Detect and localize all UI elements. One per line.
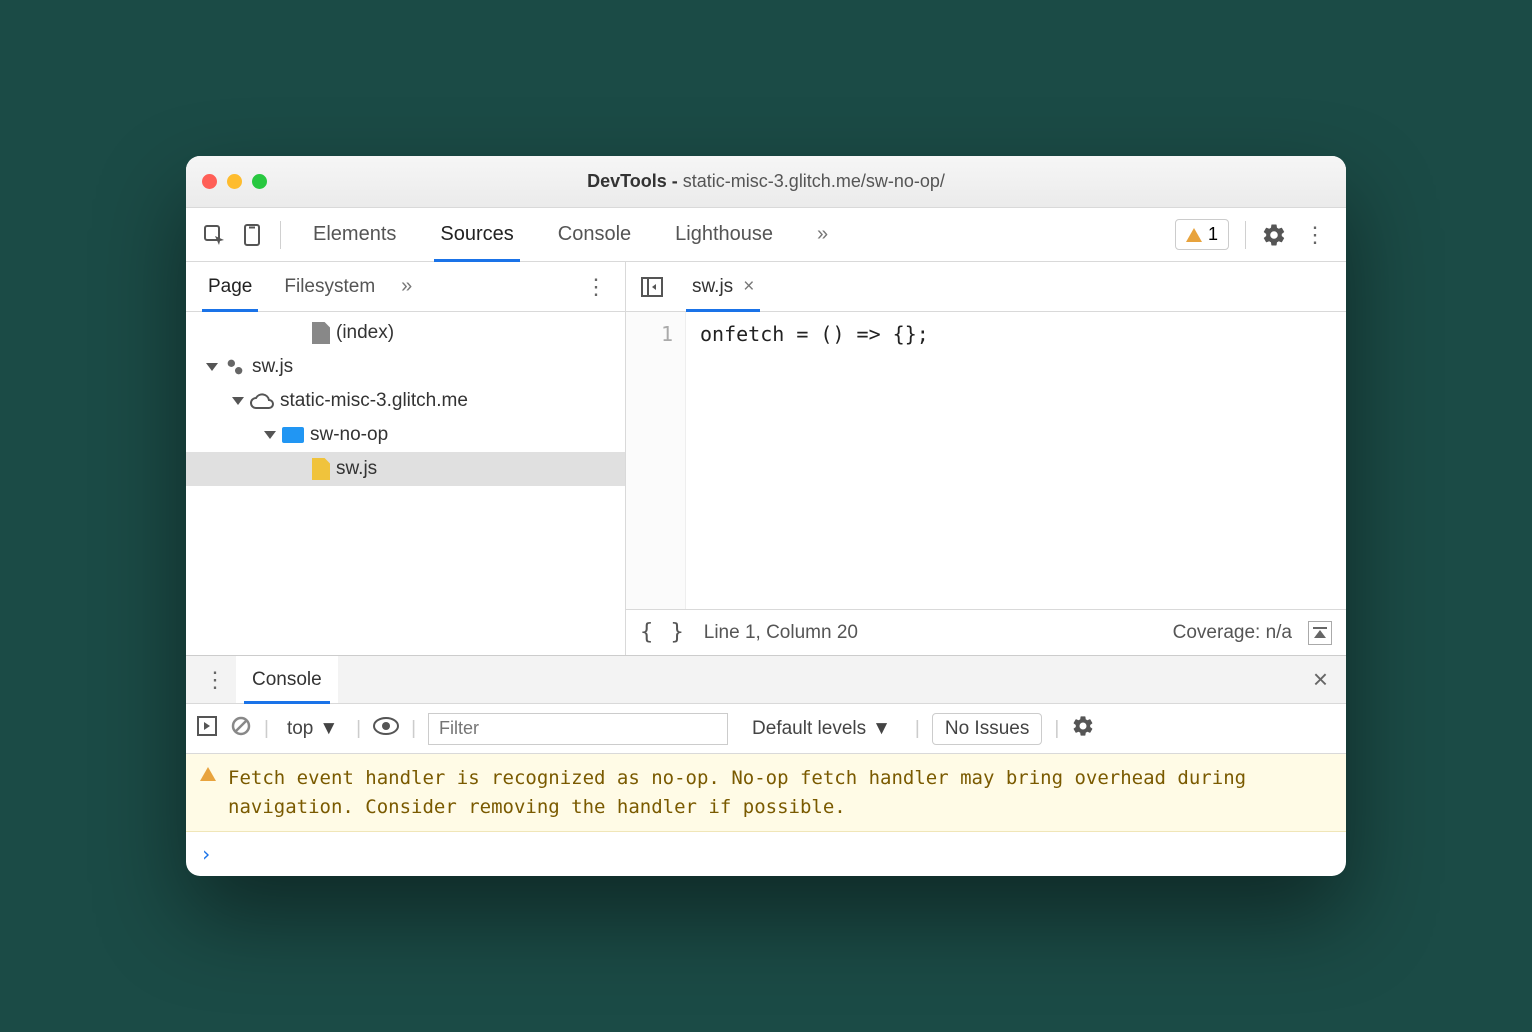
separator [280, 221, 281, 249]
separator [1245, 221, 1246, 249]
chevron-down-icon: ▼ [319, 718, 338, 740]
editor-pane: sw.js × 1 onfetch = () => {}; { } Line 1… [626, 262, 1346, 655]
tree-file-index[interactable]: (index) [186, 316, 625, 350]
cursor-position: Line 1, Column 20 [704, 622, 858, 644]
close-window-button[interactable] [202, 174, 217, 189]
zoom-window-button[interactable] [252, 174, 267, 189]
tree-label: sw.js [336, 458, 377, 480]
warnings-badge[interactable]: 1 [1175, 219, 1229, 250]
tree-file-swjs[interactable]: sw.js [186, 452, 625, 486]
editor-statusbar: { } Line 1, Column 20 Coverage: n/a [626, 609, 1346, 655]
show-sidebar-icon[interactable] [196, 715, 218, 743]
context-selector[interactable]: top ▼ [281, 714, 344, 744]
settings-icon[interactable] [1256, 217, 1292, 253]
tree-domain[interactable]: static-misc-3.glitch.me [186, 384, 625, 418]
navigator-tabs: Page Filesystem » ⋮ [186, 262, 625, 312]
sources-navigator: Page Filesystem » ⋮ (index) [186, 262, 626, 655]
levels-label: Default levels [752, 718, 866, 740]
tree-worker-swjs[interactable]: sw.js [186, 350, 625, 384]
console-prompt[interactable]: › [186, 832, 1346, 876]
file-tree: (index) sw.js [186, 312, 625, 655]
levels-selector[interactable]: Default levels ▼ [740, 714, 903, 744]
devtools-window: DevTools - static-misc-3.glitch.me/sw-no… [186, 156, 1346, 876]
tree-label: static-misc-3.glitch.me [280, 390, 468, 412]
warning-icon [1186, 228, 1202, 242]
tree-folder[interactable]: sw-no-op [186, 418, 625, 452]
drawer-tab-console[interactable]: Console [236, 656, 338, 703]
line-gutter: 1 [626, 312, 686, 609]
warning-count: 1 [1208, 224, 1218, 245]
kebab-menu-icon[interactable]: ⋮ [1294, 222, 1336, 248]
device-toolbar-icon[interactable] [234, 217, 270, 253]
code-content: onfetch = () => {}; [686, 312, 943, 609]
issues-button[interactable]: No Issues [932, 713, 1042, 745]
inspect-element-icon[interactable] [196, 217, 232, 253]
close-drawer-icon[interactable]: × [1303, 664, 1338, 695]
chevron-down-icon: ▼ [872, 718, 891, 740]
folder-icon [282, 427, 304, 443]
minimize-window-button[interactable] [227, 174, 242, 189]
titlebar: DevTools - static-misc-3.glitch.me/sw-no… [186, 156, 1346, 208]
console-drawer: ⋮ Console × | top ▼ | [186, 655, 1346, 876]
drawer-tabs: ⋮ Console × [186, 656, 1346, 704]
more-tabs-icon[interactable]: » [795, 208, 850, 261]
pretty-print-icon[interactable]: { } [640, 620, 686, 645]
drawer-menu-icon[interactable]: ⋮ [194, 667, 236, 693]
tab-console[interactable]: Console [536, 208, 653, 261]
filter-input[interactable] [428, 713, 728, 745]
traffic-lights [202, 174, 267, 189]
console-settings-icon[interactable] [1071, 714, 1095, 744]
close-tab-icon[interactable]: × [743, 276, 754, 298]
panel-tabs: Elements Sources Console Lighthouse » [291, 208, 1173, 261]
editor-tab-swjs[interactable]: sw.js × [682, 262, 764, 311]
scroll-to-top-icon[interactable] [1308, 621, 1332, 645]
cloud-icon [250, 392, 274, 410]
warning-icon [200, 767, 216, 781]
main-toolbar: Elements Sources Console Lighthouse » 1 … [186, 208, 1346, 262]
tree-label: sw-no-op [310, 424, 388, 446]
navigator-menu-icon[interactable]: ⋮ [575, 274, 617, 300]
expand-icon [232, 397, 244, 405]
gears-icon [224, 356, 246, 378]
context-label: top [287, 718, 313, 740]
tab-sources[interactable]: Sources [418, 208, 535, 261]
editor-tabs: sw.js × [626, 262, 1346, 312]
subtab-page[interactable]: Page [194, 262, 266, 311]
console-warning-row: Fetch event handler is recognized as no-… [186, 754, 1346, 832]
subtab-filesystem[interactable]: Filesystem [270, 262, 389, 311]
tree-label: (index) [336, 322, 394, 344]
tab-lighthouse[interactable]: Lighthouse [653, 208, 795, 261]
window-title: DevTools - static-misc-3.glitch.me/sw-no… [186, 171, 1346, 192]
coverage-status: Coverage: n/a [1173, 622, 1292, 644]
tree-label: sw.js [252, 356, 293, 378]
warning-message-text: Fetch event handler is recognized as no-… [228, 764, 1332, 821]
live-expression-icon[interactable] [373, 717, 399, 741]
console-toolbar: | top ▼ | | Default levels ▼ | No Issues… [186, 704, 1346, 754]
file-icon [312, 322, 330, 344]
clear-console-icon[interactable] [230, 715, 252, 743]
expand-icon [264, 431, 276, 439]
expand-icon [206, 363, 218, 371]
editor-tab-label: sw.js [692, 276, 733, 298]
code-editor[interactable]: 1 onfetch = () => {}; [626, 312, 1346, 609]
more-subtabs-icon[interactable]: » [393, 275, 420, 298]
js-file-icon [312, 458, 330, 480]
tab-elements[interactable]: Elements [291, 208, 418, 261]
show-navigator-icon[interactable] [634, 269, 670, 305]
